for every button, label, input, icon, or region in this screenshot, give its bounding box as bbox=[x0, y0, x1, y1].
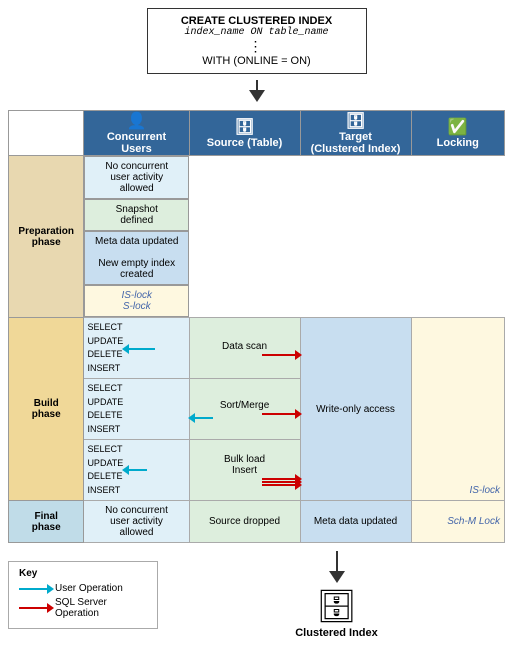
sql-line3: WITH (ONLINE = ON) bbox=[158, 55, 356, 67]
prep-target-cell: Meta data updated New empty index create… bbox=[84, 231, 189, 285]
build-concurrent-3: SELECT UPDATE DELETE INSERT bbox=[84, 440, 189, 501]
ci-arrow bbox=[329, 551, 345, 583]
sql-dots: ⋮ bbox=[158, 38, 356, 55]
key-item-user: User Operation bbox=[19, 583, 147, 594]
col-header-concurrent: 👤 ConcurrentUsers bbox=[84, 111, 189, 156]
clustered-index-icon: 🗄 bbox=[316, 587, 357, 625]
locking-icon: ✅ bbox=[448, 119, 468, 136]
final-locking-cell: Sch-M Lock bbox=[411, 501, 505, 543]
final-phase-row: Finalphase No concurrentuser activityall… bbox=[9, 501, 505, 543]
main-diagram: 👤 ConcurrentUsers 🗄 Source (Table) 🗄 Tar… bbox=[8, 110, 505, 543]
build-source-1: Data scan bbox=[189, 318, 300, 379]
clustered-index-label: Clustered Index bbox=[295, 627, 378, 639]
prep-phase-row: Preparationphase No concurrentuser activ… bbox=[9, 156, 505, 318]
sql-line1: CREATE CLUSTERED INDEX bbox=[158, 15, 356, 27]
prep-phase-label: Preparationphase bbox=[9, 156, 84, 318]
prep-concurrent-cell: No concurrentuser activityallowed bbox=[84, 156, 189, 199]
clustered-index-section: 🗄 Clustered Index bbox=[168, 551, 505, 639]
col-header-source: 🗄 Source (Table) bbox=[189, 111, 300, 156]
key-box: Key User Operation SQL Server Operation bbox=[8, 561, 158, 629]
build-source-2: Sort/Merge bbox=[189, 379, 300, 440]
col-header-target: 🗄 Target(Clustered Index) bbox=[300, 111, 411, 156]
build-phase-label: Buildphase bbox=[9, 318, 84, 501]
final-target-cell: Meta data updated bbox=[300, 501, 411, 543]
sql-line2: index_name ON table_name bbox=[158, 27, 356, 38]
build-locking: IS-lock bbox=[411, 318, 505, 501]
final-source-cell: Source dropped bbox=[189, 501, 300, 543]
blue-arrow-icon bbox=[19, 588, 49, 590]
final-concurrent-cell: No concurrentuser activityallowed bbox=[84, 501, 189, 543]
col-header-locking: ✅ Locking bbox=[411, 111, 505, 156]
phase-spacer bbox=[9, 111, 84, 156]
source-icon: 🗄 bbox=[234, 119, 254, 136]
sql-box: CREATE CLUSTERED INDEX index_name ON tab… bbox=[147, 8, 367, 74]
concurrent-icon: 👤 bbox=[127, 113, 147, 130]
build-row1: Buildphase SELECT UPDATE DELETE INSERT bbox=[9, 318, 505, 379]
key-user-label: User Operation bbox=[55, 583, 123, 594]
final-phase-label: Finalphase bbox=[9, 501, 84, 543]
key-sql-label: SQL Server Operation bbox=[55, 597, 147, 619]
red-arrow-icon bbox=[19, 607, 49, 609]
build-concurrent-2: SELECT UPDATE DELETE INSERT bbox=[84, 379, 189, 440]
key-item-sql: SQL Server Operation bbox=[19, 597, 147, 619]
key-title: Key bbox=[19, 568, 147, 579]
build-target: Write-only access bbox=[300, 318, 411, 501]
prep-locking-cell: IS-lock S-lock bbox=[84, 285, 189, 317]
top-arrow-down bbox=[249, 76, 265, 106]
build-concurrent-1: SELECT UPDATE DELETE INSERT bbox=[84, 318, 189, 379]
target-icon: 🗄 bbox=[345, 113, 365, 130]
prep-source-cell: Snapshotdefined bbox=[84, 199, 189, 231]
build-source-3: Bulk loadInsert bbox=[189, 440, 300, 501]
